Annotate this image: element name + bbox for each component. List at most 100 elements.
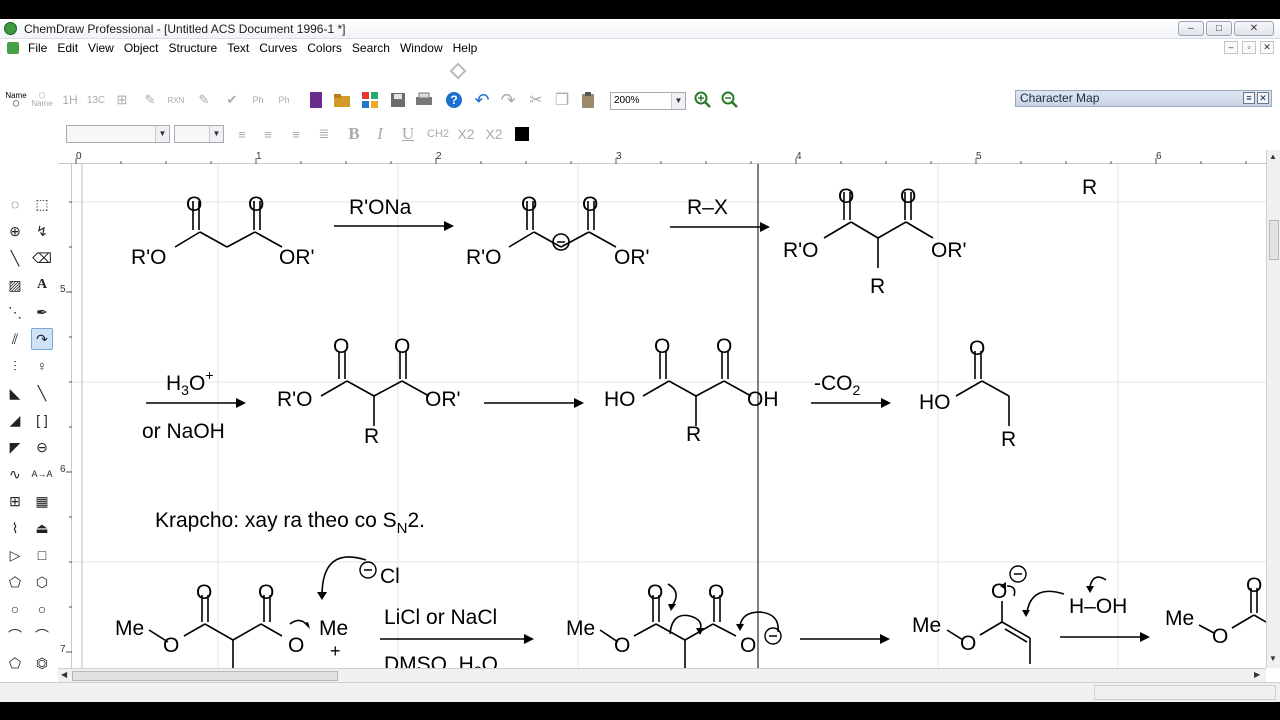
hashed-wedge-tool[interactable]: ⫶ bbox=[4, 355, 26, 377]
minimize-button[interactable]: – bbox=[1178, 21, 1204, 36]
diamond-icon[interactable] bbox=[448, 61, 468, 81]
superscript-button[interactable]: X2 bbox=[484, 124, 504, 144]
clean-structure-icon[interactable]: ✎ bbox=[140, 90, 160, 110]
menu-icon[interactable]: ≡ bbox=[1243, 92, 1255, 104]
pen-tool[interactable]: ✒ bbox=[31, 301, 53, 323]
open-folder-icon[interactable] bbox=[332, 90, 352, 110]
underline-button[interactable]: U bbox=[398, 124, 418, 144]
redo-icon[interactable]: ↷ bbox=[498, 90, 518, 110]
undo-icon[interactable]: ↶ bbox=[472, 90, 492, 110]
font-select[interactable]: ▼ bbox=[66, 125, 170, 143]
ph-property-icon[interactable]: Ph bbox=[248, 90, 268, 110]
scroll-left-icon[interactable]: ◀ bbox=[61, 670, 67, 679]
rectangle-tool[interactable]: □ bbox=[31, 544, 53, 566]
menu-edit[interactable]: Edit bbox=[57, 41, 78, 55]
menu-colors[interactable]: Colors bbox=[307, 41, 342, 55]
cut-icon[interactable]: ✂ bbox=[526, 90, 546, 110]
scroll-right-icon[interactable]: ▶ bbox=[1254, 670, 1260, 679]
tlc-tool[interactable]: ▦ bbox=[31, 490, 53, 512]
chair2-tool[interactable]: ⌒ bbox=[31, 625, 53, 647]
rotate-tool[interactable]: ⊕ bbox=[4, 220, 26, 242]
menu-text[interactable]: Text bbox=[227, 41, 249, 55]
maximize-button[interactable]: □ bbox=[1206, 21, 1232, 36]
ph-property2-icon[interactable]: Ph bbox=[274, 90, 294, 110]
play-icon[interactable]: ▷ bbox=[4, 544, 26, 566]
character-map-panel[interactable]: Character Map ≡ ✕ bbox=[1015, 90, 1272, 107]
document-icon[interactable] bbox=[7, 42, 19, 54]
menu-window[interactable]: Window bbox=[400, 41, 443, 55]
menu-object[interactable]: Object bbox=[124, 41, 159, 55]
analysis-icon[interactable]: ⊞ bbox=[112, 90, 132, 110]
scroll-down-icon[interactable]: ▼ bbox=[1269, 654, 1277, 663]
chair-tool[interactable]: ⌒ bbox=[4, 625, 26, 647]
eraser-tool[interactable]: ⌫ bbox=[31, 247, 53, 269]
horizontal-scrollbar[interactable]: ◀ ▶ bbox=[58, 668, 1266, 682]
formula-button[interactable]: CH2 bbox=[427, 124, 449, 144]
menu-search[interactable]: Search bbox=[352, 41, 390, 55]
check-icon[interactable]: ✔ bbox=[222, 90, 242, 110]
font-size-select[interactable]: ▼ bbox=[174, 125, 224, 143]
close-button[interactable]: ✕ bbox=[1234, 21, 1274, 36]
scroll-thumb[interactable] bbox=[72, 671, 338, 681]
lasso-tool[interactable]: ◌ bbox=[4, 193, 26, 215]
orbital-tool[interactable]: ♀ bbox=[31, 355, 53, 377]
reaction-arrow-tool[interactable]: A→A bbox=[31, 463, 53, 485]
menu-curves[interactable]: Curves bbox=[259, 41, 297, 55]
menu-file[interactable]: File bbox=[28, 41, 47, 55]
bold-wedge-tool[interactable]: ◢ bbox=[4, 409, 26, 431]
c13-nmr-icon[interactable]: 13C bbox=[86, 90, 106, 110]
reaction-clean-icon[interactable]: ✎ bbox=[194, 90, 214, 110]
align-left-icon[interactable]: ≡ bbox=[232, 124, 252, 144]
menu-structure[interactable]: Structure bbox=[169, 41, 218, 55]
save-icon[interactable] bbox=[388, 90, 408, 110]
dashed-bond-tool[interactable]: ⋱ bbox=[4, 301, 26, 323]
wedge-bond-tool[interactable]: ◣ bbox=[4, 382, 26, 404]
cyclopentane-tool[interactable]: ⬠ bbox=[4, 571, 26, 593]
bold-button[interactable]: B bbox=[344, 124, 364, 144]
drawing-canvas[interactable]: O O R'O OR' R'ONa O O R'O OR' R–X O O R'… bbox=[72, 164, 1266, 668]
hashed-bond-tool[interactable]: ⫽ bbox=[4, 328, 26, 350]
reaction-icon[interactable]: RXN bbox=[166, 90, 186, 110]
text-tool[interactable]: A bbox=[31, 274, 53, 296]
align-center-icon[interactable]: ≡ bbox=[258, 124, 278, 144]
structure-perspective-tool[interactable]: ↯ bbox=[31, 220, 53, 242]
paste-icon[interactable] bbox=[578, 90, 598, 110]
structure-to-name-icon[interactable]: Name ⬡ bbox=[4, 90, 28, 110]
color-swatch[interactable] bbox=[512, 124, 532, 144]
align-right-icon[interactable]: ≡ bbox=[286, 124, 306, 144]
alkyl-chain-tool[interactable]: ⌇ bbox=[4, 517, 26, 539]
print-icon[interactable] bbox=[414, 90, 434, 110]
charge-tool[interactable]: ⊖ bbox=[31, 436, 53, 458]
menu-help[interactable]: Help bbox=[453, 41, 478, 55]
vertical-scrollbar[interactable]: ▲ ▼ bbox=[1266, 150, 1280, 668]
scroll-up-icon[interactable]: ▲ bbox=[1269, 152, 1277, 161]
stamp-tool[interactable]: ⏏ bbox=[31, 517, 53, 539]
cycloheptane-tool[interactable]: ○ bbox=[4, 598, 26, 620]
wavy-bond-tool[interactable]: ◤ bbox=[4, 436, 26, 458]
book-icon[interactable] bbox=[306, 90, 326, 110]
solid-bond-tool[interactable]: ╲ bbox=[4, 247, 26, 269]
arrow-tool[interactable]: ↷ bbox=[31, 328, 53, 350]
chain-tool[interactable]: ╲ bbox=[31, 382, 53, 404]
scroll-thumb[interactable] bbox=[1269, 220, 1279, 260]
zoom-out-icon[interactable] bbox=[720, 90, 740, 110]
justify-icon[interactable]: ≣ bbox=[314, 124, 334, 144]
chain-bond-tool[interactable]: ∿ bbox=[4, 463, 26, 485]
menu-view[interactable]: View bbox=[88, 41, 114, 55]
doc-restore-button[interactable]: ▫ bbox=[1242, 41, 1256, 54]
italic-button[interactable]: I bbox=[370, 124, 390, 144]
doc-close-button[interactable]: ✕ bbox=[1260, 41, 1274, 54]
benzene-tool[interactable]: ⏣ bbox=[31, 652, 53, 674]
copy-icon[interactable]: ❐ bbox=[552, 90, 572, 110]
name-to-structure-icon[interactable]: ⬡ Name bbox=[30, 90, 54, 110]
zoom-select[interactable]: 200% ▼ bbox=[610, 92, 686, 110]
subscript-button[interactable]: X2 bbox=[456, 124, 476, 144]
table-tool[interactable]: ⊞ bbox=[4, 490, 26, 512]
h1-nmr-icon[interactable]: 1H bbox=[60, 90, 80, 110]
close-icon[interactable]: ✕ bbox=[1257, 92, 1269, 104]
marquee-tool[interactable]: ⬚ bbox=[31, 193, 53, 215]
zoom-in-icon[interactable] bbox=[693, 90, 713, 110]
bold-bond-tool[interactable]: ▨ bbox=[4, 274, 26, 296]
cyclopentadiene-tool[interactable]: ⬠ bbox=[4, 652, 26, 674]
help-icon[interactable]: ? bbox=[444, 90, 464, 110]
